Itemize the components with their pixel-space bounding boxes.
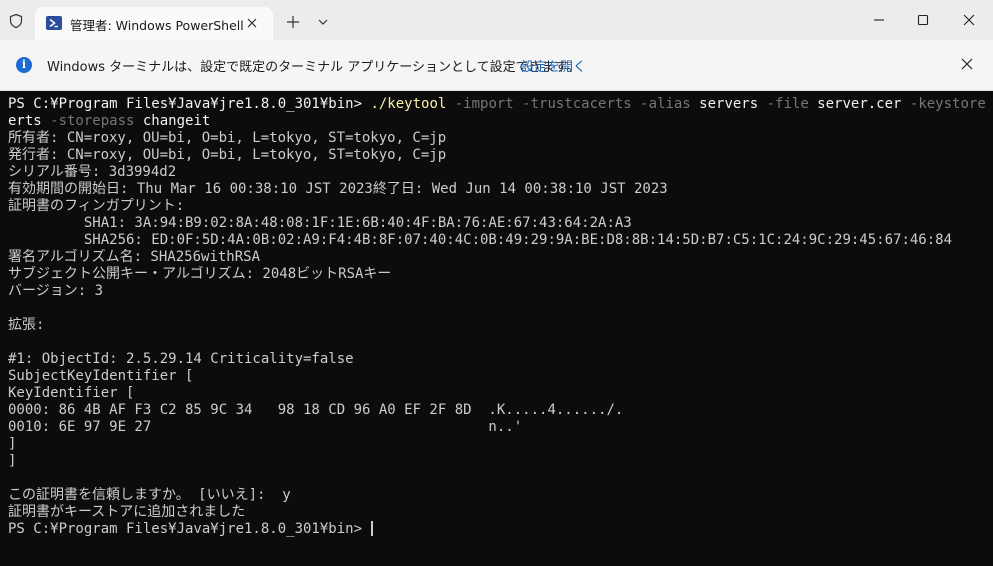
tab-close-icon[interactable]	[244, 15, 260, 31]
open-settings-link[interactable]: 設定を開く	[521, 56, 586, 75]
command-line-wrap: erts -storepass changeit	[8, 113, 988, 130]
close-icon[interactable]	[961, 12, 977, 28]
added-line: 証明書がキーストアに追加されました	[8, 504, 246, 520]
text-cursor	[371, 521, 374, 536]
infobar-close-icon[interactable]	[959, 56, 975, 72]
command-arg: erts	[8, 113, 42, 129]
info-message: Windows ターミナルは、設定で既定のターミナル アプリケーションとして設定…	[47, 60, 580, 75]
serial-line: シリアル番号: 3d3994d2	[8, 164, 177, 180]
info-bar: i Windows ターミナルは、設定で既定のターミナル アプリケーションとして…	[0, 40, 993, 91]
command-param: -keystore	[901, 96, 986, 112]
chevron-down-icon[interactable]	[315, 14, 331, 30]
objectid-line: #1: ObjectId: 2.5.29.14 Criticality=fals…	[8, 351, 354, 367]
terminal-output[interactable]: PS C:¥Program Files¥Java¥jre1.8.0_301¥bi…	[8, 96, 988, 562]
command-param: -storepass	[41, 113, 135, 129]
validity-line: 有効期間の開始日: Thu Mar 16 00:38:10 JST 2023終了…	[8, 181, 668, 197]
issuer-line: 発行者: CN=roxy, OU=bi, O=bi, L=tokyo, ST=t…	[8, 147, 447, 163]
owner-line: 所有者: CN=roxy, OU=bi, O=bi, L=tokyo, ST=t…	[8, 130, 447, 146]
ski-line: SubjectKeyIdentifier [	[8, 368, 194, 384]
command-param: -import -trustcacerts -alias	[446, 96, 691, 112]
shield-icon	[8, 13, 24, 29]
trust-question-line: この証明書を信頼しますか。 [いいえ]: y	[8, 487, 291, 503]
sha1-line: SHA1: 3A:94:B9:02:8A:48:08:1F:1E:6B:40:4…	[8, 215, 632, 231]
hex-line-0: 0000: 86 4B AF F3 C2 85 9C 34 98 18 CD 9…	[8, 402, 624, 418]
bracket-line: ]	[8, 436, 17, 452]
powershell-icon	[46, 16, 62, 30]
prompt-text: PS C:¥Program Files¥Java¥jre1.8.0_301¥bi…	[8, 521, 371, 537]
prompt-line[interactable]: PS C:¥Program Files¥Java¥jre1.8.0_301¥bi…	[8, 521, 988, 538]
fingerprint-heading: 証明書のフィンガプリント:	[8, 198, 185, 214]
tab-powershell[interactable]: 管理者: Windows PowerShell	[35, 7, 273, 40]
info-icon: i	[16, 57, 32, 73]
maximize-icon[interactable]	[915, 12, 931, 28]
title-bar: 管理者: Windows PowerShell	[0, 0, 993, 40]
bracket-line: ]	[8, 453, 17, 469]
command-param: -file	[758, 96, 809, 112]
extensions-line: 拡張:	[8, 317, 45, 333]
command-line: PS C:¥Program Files¥Java¥jre1.8.0_301¥bi…	[8, 96, 988, 113]
command-arg: changeit	[134, 113, 211, 129]
command-arg: server.cer	[808, 96, 902, 112]
tab-title: 管理者: Windows PowerShell	[70, 18, 244, 33]
prompt-text: PS C:¥Program Files¥Java¥jre1.8.0_301¥bi…	[8, 96, 371, 112]
command-arg: cac	[986, 96, 988, 112]
pubkey-line: サブジェクト公開キー・アルゴリズム: 2048ビットRSAキー	[8, 266, 392, 282]
sha256-line: SHA256: ED:0F:5D:4A:0B:02:A9:F4:4B:8F:07…	[8, 232, 953, 248]
command-exe: ./keytool	[370, 96, 447, 112]
keyid-line: KeyIdentifier [	[8, 385, 135, 401]
command-arg: servers	[690, 96, 759, 112]
version-line: バージョン: 3	[8, 283, 104, 299]
hex-line-1: 0010: 6E 97 9E 27 n..'	[8, 419, 523, 435]
minimize-icon[interactable]	[871, 12, 887, 28]
new-tab-button[interactable]	[284, 13, 302, 31]
sigalg-line: 署名アルゴリズム名: SHA256withRSA	[8, 249, 261, 265]
